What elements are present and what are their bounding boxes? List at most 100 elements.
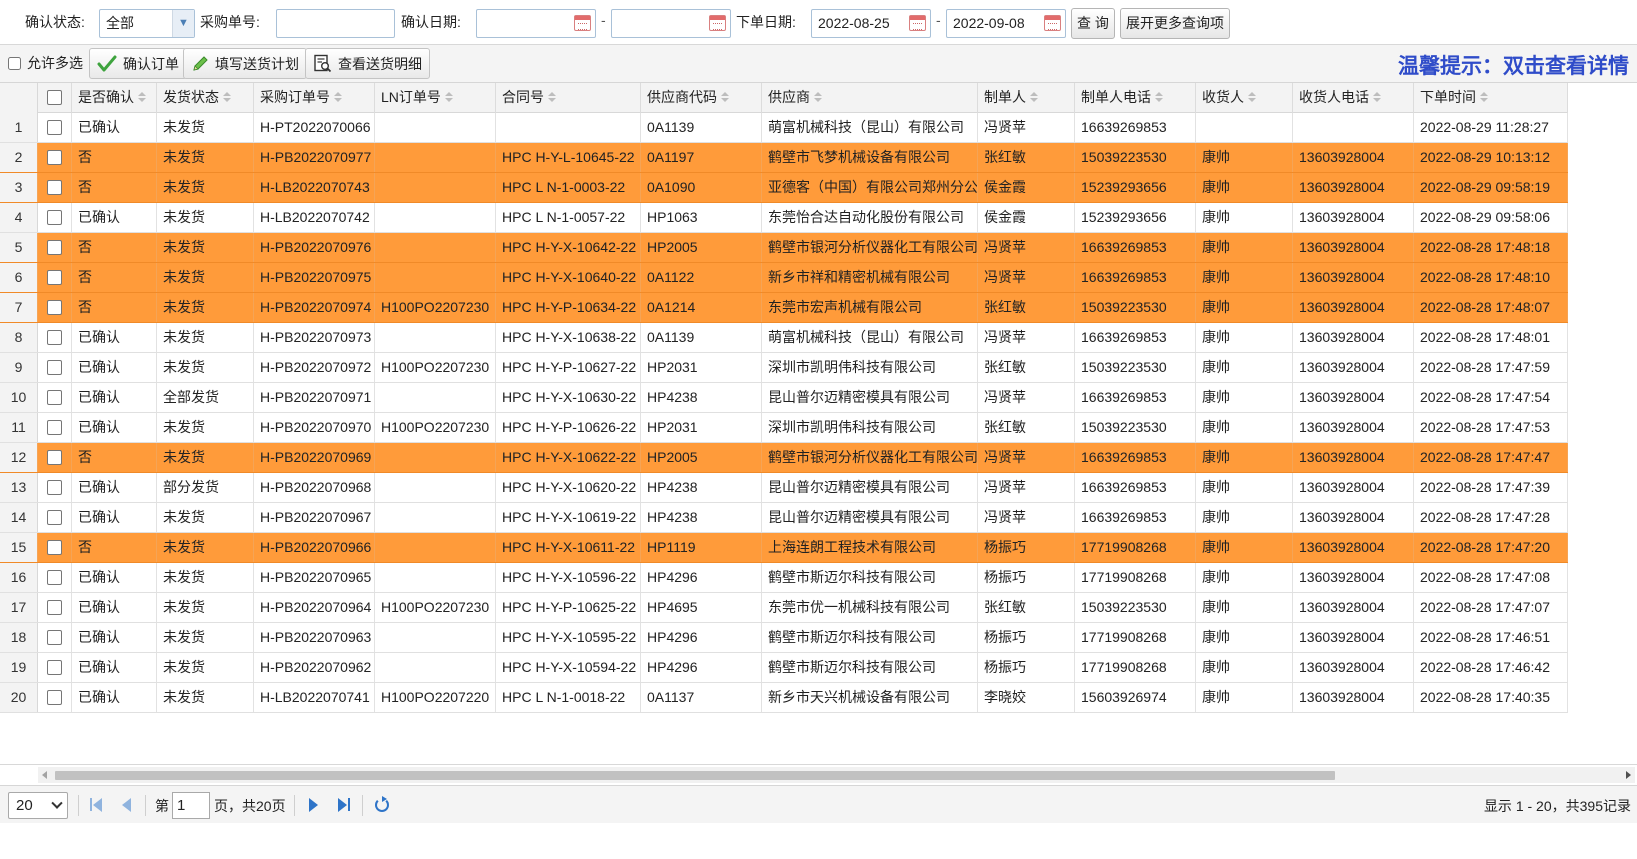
calendar-icon[interactable] [574, 15, 591, 31]
column-header-supplier-code[interactable]: 供应商代码 [641, 83, 762, 113]
table-row[interactable]: 13 已确认 部分发货 H-PB2022070968 HPC H-Y-X-10620-2… [0, 473, 1568, 503]
row-checkbox[interactable] [47, 509, 62, 525]
column-header-receiver[interactable]: 收货人 [1196, 83, 1293, 113]
refresh-icon[interactable] [372, 795, 392, 815]
table-row[interactable]: 15 否未发货 H-PB2022070966 HPC H-Y-X-10611-22 HP… [0, 533, 1568, 563]
column-header-creator[interactable]: 制单人 [978, 83, 1075, 113]
calendar-icon[interactable] [909, 15, 926, 31]
row-checkbox[interactable] [47, 479, 62, 495]
column-header-receiver-phone[interactable]: 收货人电话 [1293, 83, 1414, 113]
row-checkbox[interactable] [47, 299, 62, 315]
sort-icon[interactable] [1373, 91, 1381, 103]
row-checkbox[interactable] [47, 689, 62, 705]
column-header-creator-phone[interactable]: 制单人电话 [1075, 83, 1196, 113]
sort-icon[interactable] [1480, 91, 1488, 103]
sort-icon[interactable] [548, 91, 556, 103]
column-header-order-time[interactable]: 下单时间 [1414, 83, 1568, 113]
column-header-po-number[interactable]: 采购订单号 [254, 83, 375, 113]
cell-ship-status: 未发货 [157, 143, 254, 172]
table-row[interactable]: 18 已确认 未发货 H-PB2022070963 HPC H-Y-X-10595-22… [0, 623, 1568, 653]
view-delivery-detail-button[interactable]: 查看送货明细 [305, 48, 430, 79]
chevron-down-icon[interactable]: ▼ [172, 10, 194, 37]
chevron-down-icon[interactable] [51, 797, 63, 809]
column-header-supplier-name[interactable]: 供应商 [762, 83, 978, 113]
table-row[interactable]: 4 已确认 未发货 H-LB2022070742 HPC L N-1-0057-22 HP… [0, 203, 1568, 233]
order-date-from-input[interactable]: 2022-08-25 [811, 9, 931, 38]
scroll-left-icon[interactable] [42, 771, 47, 779]
last-page-icon[interactable] [334, 795, 354, 815]
row-checkbox[interactable] [47, 329, 62, 345]
sort-icon[interactable] [444, 91, 453, 103]
sort-icon[interactable] [1248, 91, 1256, 103]
cell-contract-number: HPC H-Y-P-10625-22 [496, 593, 641, 622]
cell-ship-status: 未发货 [157, 323, 254, 352]
page-number-input[interactable]: 1 [172, 792, 210, 819]
table-row[interactable]: 14 已确认 未发货 H-PB2022070967 HPC H-Y-X-10619-22… [0, 503, 1568, 533]
row-checkbox[interactable] [47, 599, 62, 615]
table-row[interactable]: 6 否未发货 H-PB2022070975 HPC H-Y-X-10640-22 0A1… [0, 263, 1568, 293]
table-row[interactable]: 16 已确认 未发货 H-PB2022070965 HPC H-Y-X-10596-22… [0, 563, 1568, 593]
calendar-icon[interactable] [1044, 15, 1061, 31]
row-checkbox[interactable] [47, 659, 62, 675]
prev-page-icon[interactable] [117, 795, 137, 815]
fill-delivery-plan-button[interactable]: 填写送货计划 [183, 48, 307, 79]
row-checkbox[interactable] [47, 179, 62, 195]
expand-more-filters-button[interactable]: 展开更多查询项 [1120, 8, 1230, 39]
row-checkbox[interactable] [47, 269, 62, 285]
page-size-select[interactable]: 20 [8, 792, 68, 819]
sort-icon[interactable] [814, 91, 822, 103]
search-button[interactable]: 查 询 [1071, 8, 1115, 39]
table-row[interactable]: 12 否未发货 H-PB2022070969 HPC H-Y-X-10622-22 HP… [0, 443, 1568, 473]
cell-supplier-name: 萌富机械科技（昆山）有限公司 [762, 113, 978, 142]
sort-icon[interactable] [223, 91, 231, 103]
order-date-to-input[interactable]: 2022-09-08 [946, 9, 1066, 38]
allow-multi-select-checkbox[interactable] [8, 56, 21, 70]
confirm-date-from-input[interactable] [476, 9, 596, 38]
table-row[interactable]: 10 已确认 全部发货 H-PB2022070971 HPC H-Y-X-10630-2… [0, 383, 1568, 413]
row-checkbox[interactable] [47, 119, 62, 135]
table-row[interactable]: 2 否未发货 H-PB2022070977 HPC H-Y-L-10645-22 0A1… [0, 143, 1568, 173]
row-checkbox[interactable] [47, 359, 62, 375]
table-row[interactable]: 5 否未发货 H-PB2022070976 HPC H-Y-X-10642-22 HP2… [0, 233, 1568, 263]
sort-icon[interactable] [1155, 91, 1163, 103]
cell-supplier-code: HP2031 [641, 353, 762, 382]
table-row[interactable]: 7 否未发货 H-PB2022070974 H100PO2207230 HPC H-Y-… [0, 293, 1568, 323]
table-row[interactable]: 1 已确认 未发货 H-PT2022070066 0A1139 萌富机械科技（昆山）有限公… [0, 113, 1568, 143]
select-all-checkbox[interactable] [47, 89, 62, 105]
table-row[interactable]: 8 已确认 未发货 H-PB2022070973 HPC H-Y-X-10638-22 0… [0, 323, 1568, 353]
row-checkbox[interactable] [47, 209, 62, 225]
column-header-contract-number[interactable]: 合同号 [496, 83, 641, 113]
table-row[interactable]: 3 否未发货 H-LB2022070743 HPC L N-1-0003-22 0A10… [0, 173, 1568, 203]
table-row[interactable]: 11 已确认 未发货 H-PB2022070970 H100PO2207230 HPC H… [0, 413, 1568, 443]
horizontal-scrollbar[interactable] [38, 767, 1635, 783]
sort-icon[interactable] [334, 91, 342, 103]
row-checkbox[interactable] [47, 389, 62, 405]
sort-icon[interactable] [721, 91, 729, 103]
row-checkbox[interactable] [47, 629, 62, 645]
row-checkbox[interactable] [47, 419, 62, 435]
allow-multi-select[interactable]: 允许多选 [8, 53, 83, 73]
table-row[interactable]: 19 已确认 未发货 H-PB2022070962 HPC H-Y-X-10594-22… [0, 653, 1568, 683]
table-row[interactable]: 20 已确认 未发货 H-LB2022070741 H100PO2207220 HPC L… [0, 683, 1568, 713]
po-number-input[interactable] [276, 9, 395, 38]
table-row[interactable]: 9 已确认 未发货 H-PB2022070972 H100PO2207230 HPC H-… [0, 353, 1568, 383]
next-page-icon[interactable] [303, 795, 323, 815]
row-checkbox[interactable] [47, 569, 62, 585]
row-checkbox[interactable] [47, 539, 62, 555]
scroll-right-icon[interactable] [1626, 771, 1631, 779]
row-checkbox[interactable] [47, 149, 62, 165]
table-row[interactable]: 17 已确认 未发货 H-PB2022070964 H100PO2207230 HPC H… [0, 593, 1568, 623]
column-header-ln-number[interactable]: LN订单号 [375, 83, 496, 113]
confirm-date-to-input[interactable] [611, 9, 731, 38]
column-header-confirm-status[interactable]: 是否确认 [72, 83, 157, 113]
scrollbar-thumb[interactable] [55, 771, 1335, 780]
confirm-status-select[interactable]: 全部 ▼ [99, 9, 195, 38]
sort-icon[interactable] [1030, 91, 1038, 103]
row-checkbox[interactable] [47, 449, 62, 465]
confirm-order-button[interactable]: 确认订单 [89, 48, 187, 79]
row-checkbox[interactable] [47, 239, 62, 255]
calendar-icon[interactable] [709, 15, 726, 31]
column-header-ship-status[interactable]: 发货状态 [157, 83, 254, 113]
first-page-icon[interactable] [86, 795, 106, 815]
sort-icon[interactable] [138, 91, 146, 103]
